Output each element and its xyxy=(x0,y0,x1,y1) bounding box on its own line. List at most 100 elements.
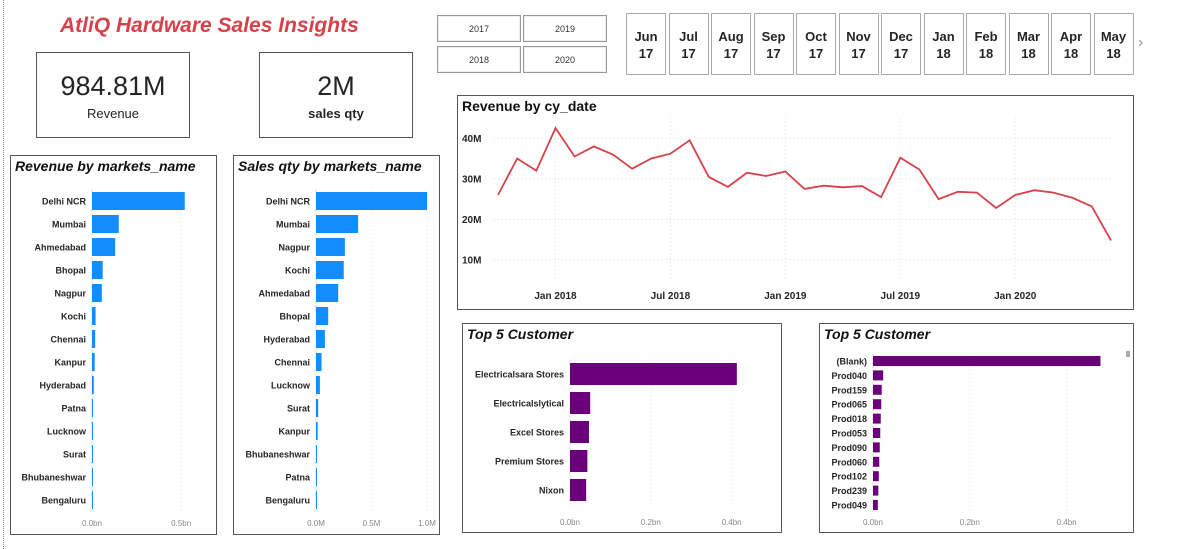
category-label-lucknow: Lucknow xyxy=(271,381,311,391)
category-label-electricalslytical: Electricalslytical xyxy=(493,399,564,409)
category-label-lucknow: Lucknow xyxy=(47,427,87,437)
page-title: AtliQ Hardware Sales Insights xyxy=(60,14,359,37)
category-label-excel-stores: Excel Stores xyxy=(510,428,564,438)
bar-blank xyxy=(873,356,1101,366)
bar-ahmedabad xyxy=(92,238,116,256)
bar-nixon xyxy=(570,479,587,501)
bar-prod018 xyxy=(873,413,881,424)
category-label-bengaluru: Bengaluru xyxy=(265,496,310,506)
bar-patna xyxy=(316,468,317,486)
month-button-jun-17[interactable]: Jun 17 xyxy=(626,13,666,75)
category-label-blank: (Blank) xyxy=(836,357,867,367)
category-label-nagpur: Nagpur xyxy=(55,289,87,299)
revenue-by-date-chart: 10M 20M 30M 40M Jan 2018 Jul 2018 Jan 2019 Jul … xyxy=(462,118,1112,302)
bar-electricalslytical xyxy=(570,392,591,414)
category-label-delhi-ncr: Delhi NCR xyxy=(266,197,311,207)
category-label-hyderabad: Hyderabad xyxy=(39,381,86,391)
category-label-mumbai: Mumbai xyxy=(52,220,86,230)
y-tick-label: 20M xyxy=(462,215,481,226)
top-customer-panel: Top 5 Customer Electricalsara Stores Elec… xyxy=(462,323,782,533)
month-button-aug-17[interactable]: Aug 17 xyxy=(711,13,751,75)
month-year-label: 17 xyxy=(851,46,866,61)
month-label: Nov xyxy=(846,29,871,44)
tick-label: 1.0M xyxy=(418,519,436,528)
bar-prod239 xyxy=(873,485,879,496)
month-button-may-18[interactable]: May 18 xyxy=(1093,13,1134,75)
sales-qty-value: 2M xyxy=(317,71,355,101)
bar-prod102 xyxy=(873,471,879,482)
bar-electricalsara-stores xyxy=(570,363,737,385)
month-button-oct-17[interactable]: Oct 17 xyxy=(796,13,836,75)
bar-chennai xyxy=(92,330,96,348)
category-label-prod060: Prod060 xyxy=(831,457,867,467)
month-button-dec-17[interactable]: Dec 17 xyxy=(881,13,921,75)
month-year-label: 17 xyxy=(681,46,696,61)
category-label-prod102: Prod102 xyxy=(831,472,867,482)
category-label-electricalsara-stores: Electricalsara Stores xyxy=(475,370,564,380)
tick-label: 0.2bn xyxy=(641,518,661,527)
revenue-label: Revenue xyxy=(86,106,140,121)
y-tick-label: 30M xyxy=(462,174,481,185)
month-year-label: 17 xyxy=(766,46,781,61)
bar-premium-stores xyxy=(570,450,588,472)
year-button-2018[interactable]: 2018 xyxy=(437,46,521,73)
bar-prod090 xyxy=(873,442,880,453)
category-label-surat: Surat xyxy=(287,404,310,414)
month-label: Aug xyxy=(718,29,744,44)
bar-ahmedabad xyxy=(316,284,339,302)
month-button-nov-17[interactable]: Nov 17 xyxy=(838,13,879,75)
category-label-bengaluru: Bengaluru xyxy=(41,496,86,506)
chevron-right-icon[interactable]: › xyxy=(1138,34,1143,52)
month-button-sep-17[interactable]: Sep 17 xyxy=(753,13,794,75)
year-button-2017[interactable]: 2017 xyxy=(437,15,521,42)
tick-label: 0.2bn xyxy=(960,518,980,527)
bar-bengaluru xyxy=(92,491,93,509)
month-button-jan-18[interactable]: Jan 18 xyxy=(923,13,964,75)
scrollbar-thumb[interactable] xyxy=(1126,351,1130,357)
year-button-2019[interactable]: 2019 xyxy=(523,15,607,42)
month-label: Jan xyxy=(932,29,955,44)
bar-nagpur xyxy=(316,238,345,256)
bar-patna xyxy=(92,399,93,417)
category-label-patna: Patna xyxy=(285,473,311,483)
category-label-premium-stores: Premium Stores xyxy=(495,457,564,467)
month-year-label: 18 xyxy=(1021,46,1036,61)
category-label-ahmedabad: Ahmedabad xyxy=(34,243,86,253)
bar-delhi-ncr xyxy=(92,192,185,210)
category-label-prod049: Prod049 xyxy=(831,501,867,511)
category-label-chennai: Chennai xyxy=(274,358,310,368)
revenue-line xyxy=(497,126,1112,241)
month-button-feb-18[interactable]: Feb 18 xyxy=(966,13,1006,75)
month-year-label: 17 xyxy=(638,46,654,61)
bar-bengaluru xyxy=(316,491,317,509)
left-divider xyxy=(3,0,4,549)
bar-bhubaneshwar xyxy=(92,468,93,486)
month-label: Jul xyxy=(679,29,698,44)
bar-lucknow xyxy=(316,376,320,394)
month-year-label: 18 xyxy=(978,46,994,61)
tick-label: 0.4bn xyxy=(1057,518,1077,527)
tick-label: 0.0bn xyxy=(82,519,102,528)
x-tick-label: Jan 2018 xyxy=(534,291,577,302)
x-tick-label: Jul 2018 xyxy=(651,291,691,302)
bar-prod060 xyxy=(873,456,880,467)
year-button-2020[interactable]: 2020 xyxy=(523,46,607,73)
category-label-hyderabad: Hyderabad xyxy=(263,335,310,345)
month-label: Oct xyxy=(805,29,827,44)
category-label-patna: Patna xyxy=(61,404,87,414)
bar-surat xyxy=(316,399,319,417)
month-year-label: 17 xyxy=(723,46,739,61)
month-year-label: 18 xyxy=(1063,46,1079,61)
bar-prod049 xyxy=(873,500,878,510)
category-label-prod018: Prod018 xyxy=(831,414,867,424)
month-label: Jun xyxy=(634,29,658,44)
month-button-apr-18[interactable]: Apr 18 xyxy=(1051,13,1091,75)
month-button-mar-18[interactable]: Mar 18 xyxy=(1008,13,1049,75)
qty-by-market-chart: Delhi NCR Mumbai Nagpur Kochi Ahmedabad Bhopa… xyxy=(245,189,436,528)
month-label: Apr xyxy=(1059,29,1083,44)
revenue-value: 984.81M xyxy=(60,71,166,101)
category-label-prod053: Prod053 xyxy=(831,429,867,439)
month-button-jul-17[interactable]: Jul 17 xyxy=(668,13,709,75)
category-label-surat: Surat xyxy=(63,450,86,460)
bar-surat xyxy=(92,445,93,463)
